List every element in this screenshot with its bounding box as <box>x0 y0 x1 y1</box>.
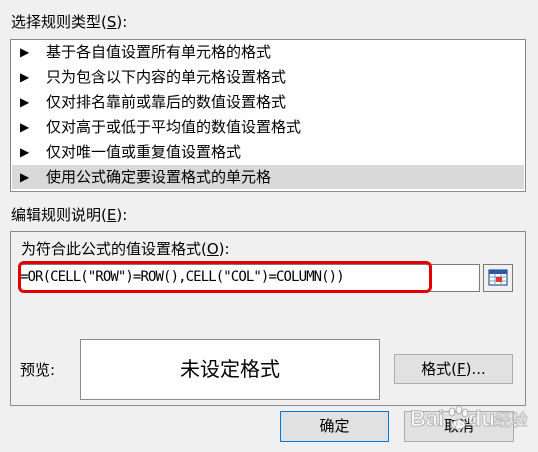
triangle-right-icon: ▶ <box>20 95 30 109</box>
range-select-button[interactable] <box>483 264 513 292</box>
rule-type-list[interactable]: ▶ 基于各自值设置所有单元格的格式 ▶ 只为包含以下内容的单元格设置格式 ▶ 仅对排名… <box>10 39 526 192</box>
rule-description-label: 编辑规则说明(E): <box>11 206 128 224</box>
rule-type-label: 选择规则类型(S): <box>11 13 128 31</box>
rule-item-contains[interactable]: ▶ 只为包含以下内容的单元格设置格式 <box>12 65 524 89</box>
preview-box: 未设定格式 <box>80 339 380 400</box>
preview-text: 未设定格式 <box>180 357 280 381</box>
triangle-right-icon: ▶ <box>20 145 30 159</box>
ok-button[interactable]: 确定 <box>280 411 389 442</box>
rule-item-above-below-average[interactable]: ▶ 仅对高于或低于平均值的数值设置格式 <box>12 115 524 139</box>
rule-item-use-formula[interactable]: ▶ 使用公式确定要设置格式的单元格 <box>12 165 524 189</box>
preview-label: 预览: <box>20 361 56 379</box>
formula-label: 为符合此公式的值设置格式(O): <box>21 240 230 258</box>
triangle-right-icon: ▶ <box>20 70 30 84</box>
cancel-button[interactable]: 取消 <box>404 411 514 442</box>
triangle-right-icon: ▶ <box>20 170 30 184</box>
triangle-right-icon: ▶ <box>20 120 30 134</box>
format-button[interactable]: 格式(F)... <box>394 354 513 384</box>
rule-item-unique-duplicate[interactable]: ▶ 仅对唯一值或重复值设置格式 <box>12 140 524 164</box>
rule-item-top-bottom[interactable]: ▶ 仅对排名靠前或靠后的数值设置格式 <box>12 90 524 114</box>
triangle-right-icon: ▶ <box>20 45 30 59</box>
rule-item-each-value[interactable]: ▶ 基于各自值设置所有单元格的格式 <box>12 40 524 64</box>
range-select-icon <box>488 269 508 286</box>
formula-value[interactable]: =OR(CELL("ROW")=ROW(),CELL("COL")=COLUMN… <box>20 266 432 288</box>
